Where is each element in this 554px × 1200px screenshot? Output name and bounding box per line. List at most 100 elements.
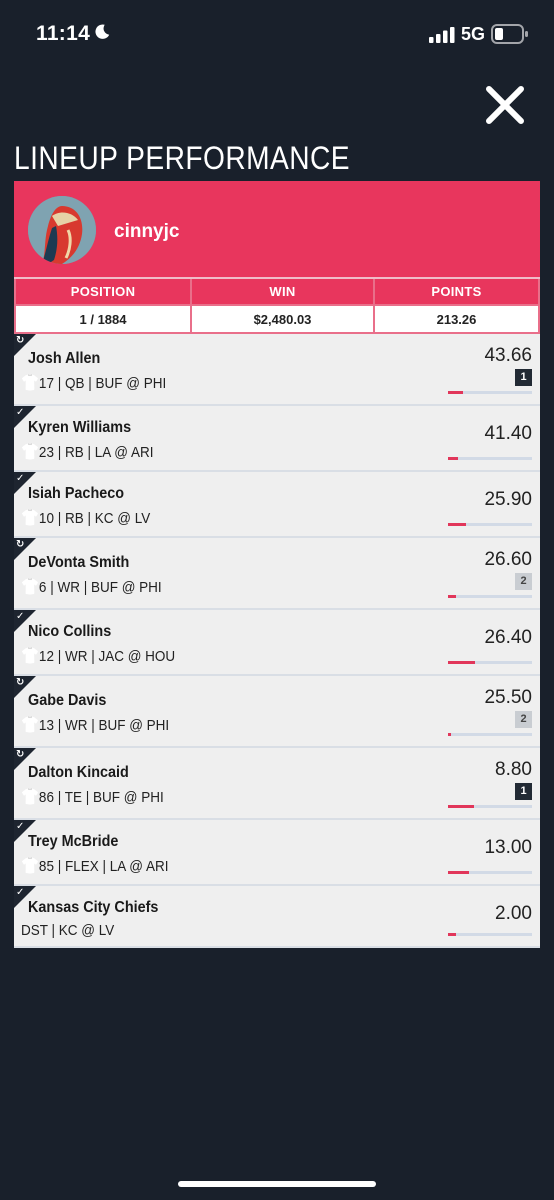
away-team: KC — [94, 510, 114, 527]
home-team: ARI — [145, 858, 169, 875]
check-icon: ✓ — [16, 473, 25, 484]
status-bar: 11:14 5G — [0, 0, 554, 70]
progress-fill — [448, 933, 456, 936]
player-position: WR — [57, 579, 80, 596]
home-team: HOU — [145, 648, 176, 665]
player-points: 2.00 — [495, 903, 532, 924]
player-meta: 👕13 | WR | BUF @ PHI — [21, 717, 170, 734]
moon-icon — [95, 24, 110, 39]
progress-bar — [448, 871, 532, 874]
ownership-badge: 2 — [515, 711, 532, 728]
jersey-icon: 👕 — [21, 444, 39, 461]
player-meta: 👕6 | WR | BUF @ PHI — [21, 579, 162, 596]
player-row[interactable]: ✓ Isiah Pacheco 👕10 | RB | KC @ LV 25.90 — [14, 472, 540, 538]
avatar[interactable] — [28, 196, 96, 264]
player-row[interactable]: ✓ Nico Collins 👕12 | WR | JAC @ HOU 26.40 — [14, 610, 540, 676]
points-header: POINTS — [375, 279, 538, 304]
progress-bar — [448, 595, 532, 598]
away-team: BUF — [98, 717, 126, 734]
away-team: BUF — [90, 579, 118, 596]
win-header: WIN — [192, 279, 373, 304]
player-points: 26.40 — [484, 627, 532, 648]
away-team: BUF — [95, 375, 123, 392]
swap-icon: ↻ — [16, 749, 25, 760]
player-name: Isiah Pacheco — [28, 485, 125, 502]
jersey-number: 85 — [38, 858, 54, 875]
player-name: Dalton Kincaid — [28, 764, 129, 781]
player-position: QB — [64, 375, 85, 392]
swap-icon: ↻ — [16, 677, 25, 688]
player-name: Kyren Williams — [28, 419, 132, 436]
jersey-number: 6 — [38, 579, 47, 596]
progress-fill — [448, 661, 475, 664]
progress-bar — [448, 523, 532, 526]
home-indicator[interactable] — [178, 1181, 376, 1187]
check-icon: ✓ — [16, 821, 25, 832]
network-type: 5G — [461, 24, 486, 44]
lineup-card: cinnyjc POSITION WIN POINTS 1 / 1884 $2,… — [14, 181, 540, 948]
close-icon[interactable] — [484, 84, 526, 126]
player-position: WR — [64, 648, 88, 665]
player-row[interactable]: ↻ Gabe Davis 👕13 | WR | BUF @ PHI 25.50 2 — [14, 676, 540, 748]
player-row[interactable]: ✓ Kyren Williams 👕23 | RB | LA @ ARI 41.40 — [14, 406, 540, 472]
player-row[interactable]: ✓ Kansas City Chiefs DST | KC @ LV 2.00 — [14, 886, 540, 948]
check-icon: ✓ — [16, 611, 25, 622]
player-row[interactable]: ↻ DeVonta Smith 👕6 | WR | BUF @ PHI 26.60 2 — [14, 538, 540, 610]
progress-fill — [448, 391, 463, 394]
player-name: Kansas City Chiefs — [28, 899, 159, 916]
jersey-icon: 👕 — [21, 717, 39, 734]
position-header: POSITION — [16, 279, 190, 304]
away-team: KC — [58, 922, 78, 939]
player-position: TE — [64, 789, 82, 806]
player-points: 43.66 — [484, 345, 532, 366]
progress-fill — [448, 595, 456, 598]
player-name: Nico Collins — [28, 623, 112, 640]
jersey-icon: 👕 — [21, 579, 39, 596]
home-team: PHI — [141, 789, 164, 806]
home-team: LV — [98, 922, 115, 939]
swap-icon: ↻ — [16, 539, 25, 550]
player-points: 26.60 — [484, 549, 532, 570]
player-meta: 👕85 | FLEX | LA @ ARI — [21, 858, 169, 875]
away-team: LA — [94, 444, 111, 461]
jersey-number: 12 — [38, 648, 54, 665]
jersey-icon: 👕 — [21, 789, 39, 806]
jersey-icon: 👕 — [21, 510, 39, 527]
ownership-badge: 1 — [515, 783, 532, 800]
player-points: 13.00 — [484, 837, 532, 858]
ownership-badge: 1 — [515, 369, 532, 386]
jersey-number: 86 — [38, 789, 54, 806]
player-points: 25.50 — [484, 687, 532, 708]
player-points: 8.80 — [495, 759, 532, 780]
progress-fill — [448, 871, 469, 874]
swap-icon: ↻ — [16, 335, 25, 346]
home-team: PHI — [143, 375, 167, 392]
home-team: PHI — [146, 717, 170, 734]
check-icon: ✓ — [16, 887, 25, 898]
jersey-number: 17 — [38, 375, 54, 392]
player-position: WR — [64, 717, 88, 734]
player-position: FLEX — [64, 858, 99, 875]
jersey-icon: 👕 — [21, 858, 39, 875]
player-meta: 👕10 | RB | KC @ LV — [21, 510, 151, 527]
player-name: DeVonta Smith — [28, 554, 130, 571]
win-value: $2,480.03 — [192, 306, 373, 332]
page-title: LINEUP PERFORMANCE — [14, 140, 350, 176]
player-name: Josh Allen — [28, 350, 101, 367]
check-icon: ✓ — [16, 407, 25, 418]
home-team: PHI — [139, 579, 162, 596]
jersey-icon: 👕 — [21, 375, 39, 392]
player-meta: 👕17 | QB | BUF @ PHI — [21, 375, 167, 392]
player-row[interactable]: ↻ Dalton Kincaid 👕86 | TE | BUF @ PHI 8.80 1 — [14, 748, 540, 820]
away-team: LA — [109, 858, 126, 875]
progress-bar — [448, 391, 532, 394]
player-meta: 👕86 | TE | BUF @ PHI — [21, 789, 164, 806]
signal-icon — [429, 27, 455, 43]
progress-fill — [448, 733, 451, 736]
player-row[interactable]: ✓ Trey McBride 👕85 | FLEX | LA @ ARI 13.00 — [14, 820, 540, 886]
player-position: RB — [64, 510, 84, 527]
username: cinnyjc — [114, 221, 180, 242]
player-points: 41.40 — [484, 423, 532, 444]
player-row[interactable]: ↻ Josh Allen 👕17 | QB | BUF @ PHI 43.66 1 — [14, 334, 540, 406]
battery-icon — [491, 24, 528, 44]
